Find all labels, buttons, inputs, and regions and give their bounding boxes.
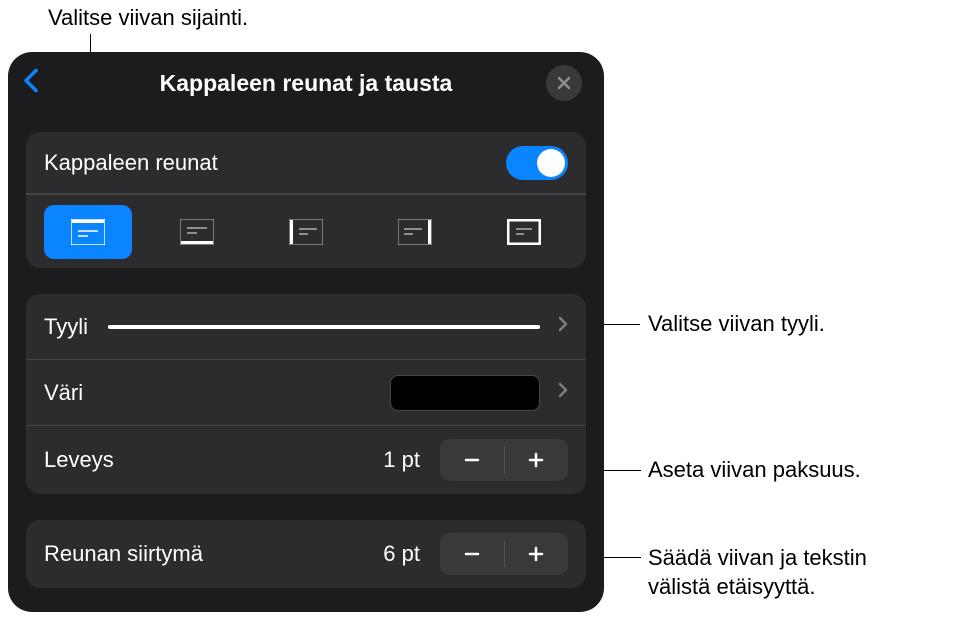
offset-stepper: [440, 533, 568, 575]
row-borders-toggle: Kappaleen reunat: [26, 132, 586, 194]
row-border-positions: [26, 194, 586, 268]
section-style: Tyyli Väri Leveys 1 pt: [26, 294, 586, 494]
style-label: Tyyli: [44, 314, 88, 340]
callout-offset: Säädä viivan ja tekstin välistä etäisyyt…: [648, 544, 867, 601]
borders-toggle[interactable]: [506, 146, 568, 180]
border-right-button[interactable]: [371, 205, 459, 259]
border-all-icon: [507, 219, 541, 245]
close-icon: [557, 76, 571, 90]
border-bottom-button[interactable]: [153, 205, 241, 259]
border-top-button[interactable]: [44, 205, 132, 259]
callout-position: Valitse viivan sijainti.: [48, 4, 248, 33]
format-panel: Kappaleen reunat ja tausta Kappaleen reu…: [8, 52, 604, 612]
chevron-right-icon: [558, 316, 568, 337]
minus-icon: [462, 450, 482, 470]
offset-label: Reunan siirtymä: [44, 541, 375, 567]
minus-icon: [462, 544, 482, 564]
callout-thickness: Aseta viivan paksuus.: [648, 456, 861, 485]
border-all-button[interactable]: [480, 205, 568, 259]
callout-style: Valitse viivan tyyli.: [648, 310, 825, 339]
chevron-right-icon: [558, 382, 568, 403]
chevron-left-icon: [22, 68, 40, 94]
panel-title: Kappaleen reunat ja tausta: [160, 70, 453, 97]
plus-icon: [526, 544, 546, 564]
offset-value: 6 pt: [375, 541, 420, 567]
width-value: 1 pt: [375, 447, 420, 473]
row-width: Leveys 1 pt: [26, 426, 586, 494]
row-style[interactable]: Tyyli: [26, 294, 586, 360]
width-label: Leveys: [44, 447, 375, 473]
section-offset: Reunan siirtymä 6 pt: [26, 520, 586, 588]
border-left-button[interactable]: [262, 205, 350, 259]
panel-header: Kappaleen reunat ja tausta: [8, 52, 604, 114]
border-position-group: [44, 205, 568, 259]
back-button[interactable]: [22, 68, 40, 99]
border-right-icon: [398, 219, 432, 245]
close-button[interactable]: [546, 65, 582, 101]
offset-decrease-button[interactable]: [440, 533, 504, 575]
border-bottom-icon: [180, 219, 214, 245]
border-left-icon: [289, 219, 323, 245]
offset-increase-button[interactable]: [505, 533, 569, 575]
style-preview: [108, 325, 540, 329]
border-top-icon: [71, 219, 105, 245]
color-swatch: [390, 375, 540, 411]
width-stepper: [440, 439, 568, 481]
plus-icon: [526, 450, 546, 470]
section-borders: Kappaleen reunat: [26, 132, 586, 268]
color-label: Väri: [44, 380, 390, 406]
panel-body: Kappaleen reunat: [8, 114, 604, 588]
row-offset: Reunan siirtymä 6 pt: [26, 520, 586, 588]
row-color[interactable]: Väri: [26, 360, 586, 426]
borders-label: Kappaleen reunat: [44, 150, 506, 176]
width-increase-button[interactable]: [505, 439, 569, 481]
width-decrease-button[interactable]: [440, 439, 504, 481]
